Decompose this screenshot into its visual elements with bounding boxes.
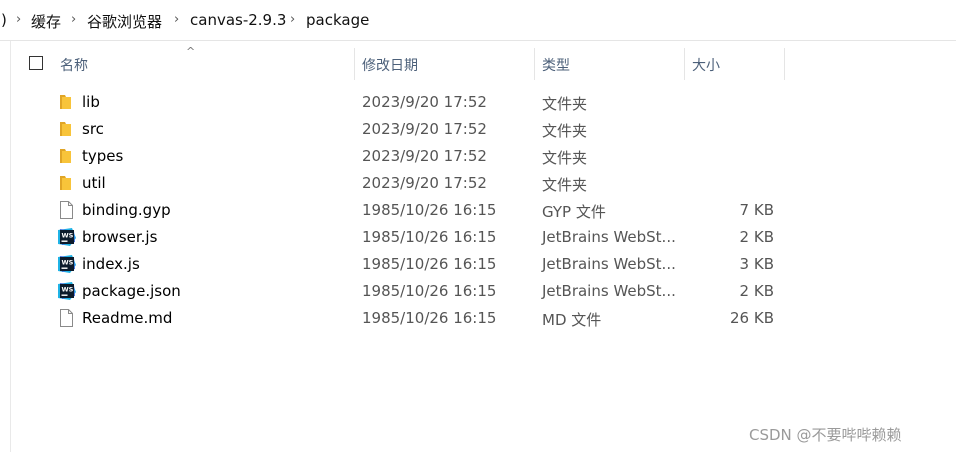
column-header-size-label: 大小 (692, 58, 720, 74)
file-size: 3 KB (739, 255, 774, 273)
file-row[interactable]: util 2023/9/20 17:52 文件夹 (24, 170, 784, 197)
chevron-right-icon[interactable]: › (174, 12, 179, 27)
file-name: types (82, 147, 124, 165)
file-type: 文件夹 (542, 122, 588, 140)
file-row[interactable]: Readme.md 1985/10/26 16:15 MD 文件 26 KB (24, 305, 784, 332)
chevron-right-icon[interactable]: › (71, 12, 76, 27)
file-row[interactable]: src 2023/9/20 17:52 文件夹 (24, 116, 784, 143)
file-icon (58, 309, 74, 327)
file-date-modified: 2023/9/20 17:52 (362, 120, 487, 138)
file-name: package.json (82, 282, 181, 300)
file-size: 26 KB (730, 309, 774, 327)
file-type: 文件夹 (542, 95, 588, 113)
chevron-right-icon[interactable]: › (16, 12, 21, 27)
file-date-modified: 1985/10/26 16:15 (362, 201, 497, 219)
breadcrumb-item-chrome[interactable]: 谷歌浏览器 (87, 11, 162, 32)
file-size: 2 KB (739, 228, 774, 246)
select-all-checkbox[interactable] (29, 56, 43, 70)
column-header-date-label: 修改日期 (362, 58, 418, 74)
file-type: JetBrains WebSt... (542, 255, 676, 273)
file-date-modified: 1985/10/26 16:15 (362, 309, 497, 327)
file-date-modified: 1985/10/26 16:15 (362, 228, 497, 246)
file-row[interactable]: binding.gyp 1985/10/26 16:15 GYP 文件 7 KB (24, 197, 784, 224)
webstorm-icon: WS (58, 255, 76, 273)
address-bar[interactable]: ) › 缓存 › 谷歌浏览器 › canvas-2.9.3 › package (0, 0, 956, 41)
file-size: 7 KB (739, 201, 774, 219)
column-header-date[interactable]: 修改日期 (355, 48, 533, 80)
svg-text:WS: WS (62, 232, 74, 240)
breadcrumb-lead: ) (1, 11, 7, 29)
breadcrumb-item-package[interactable]: package (306, 11, 369, 29)
file-row[interactable]: types 2023/9/20 17:52 文件夹 (24, 143, 784, 170)
column-header-type[interactable]: 类型 (535, 48, 683, 80)
file-name: src (82, 120, 104, 138)
column-header-name-label: 名称 (60, 58, 88, 74)
file-date-modified: 2023/9/20 17:52 (362, 93, 487, 111)
breadcrumb-item-cache[interactable]: 缓存 (31, 11, 61, 32)
file-date-modified: 2023/9/20 17:52 (362, 147, 487, 165)
folder-icon (58, 120, 74, 138)
file-type: JetBrains WebSt... (542, 228, 676, 246)
file-name: index.js (82, 255, 140, 273)
file-name: Readme.md (82, 309, 173, 327)
file-icon (58, 201, 74, 219)
webstorm-icon: WS (58, 282, 76, 300)
chevron-right-icon[interactable]: › (290, 12, 295, 27)
file-name: binding.gyp (82, 201, 171, 219)
file-type: GYP 文件 (542, 203, 606, 221)
watermark: CSDN @不要哔哔赖赖 (749, 426, 902, 444)
file-row[interactable]: WS package.json 1985/10/26 16:15 JetBrains … (24, 278, 784, 305)
file-type: JetBrains WebSt... (542, 282, 676, 300)
svg-text:WS: WS (62, 259, 74, 267)
column-header-size[interactable]: 大小 (685, 48, 783, 80)
navigation-pane-edge (0, 41, 11, 452)
column-divider[interactable] (784, 48, 785, 80)
file-type: 文件夹 (542, 176, 588, 194)
folder-icon (58, 147, 74, 165)
svg-text:WS: WS (62, 286, 74, 294)
file-type: MD 文件 (542, 311, 602, 329)
file-name: util (82, 174, 106, 192)
file-row[interactable]: lib 2023/9/20 17:52 文件夹 (24, 89, 784, 116)
file-date-modified: 2023/9/20 17:52 (362, 174, 487, 192)
webstorm-icon: WS (58, 228, 76, 246)
file-date-modified: 1985/10/26 16:15 (362, 255, 497, 273)
breadcrumb-item-canvas[interactable]: canvas-2.9.3 (190, 11, 286, 29)
file-size: 2 KB (739, 282, 774, 300)
column-header-name[interactable]: 名称 (50, 48, 354, 80)
file-date-modified: 1985/10/26 16:15 (362, 282, 497, 300)
file-name: lib (82, 93, 100, 111)
file-name: browser.js (82, 228, 158, 246)
file-row[interactable]: WS browser.js 1985/10/26 16:15 JetBrains We… (24, 224, 784, 251)
file-row[interactable]: WS index.js 1985/10/26 16:15 JetBrains WebS… (24, 251, 784, 278)
column-header-type-label: 类型 (542, 58, 570, 74)
folder-icon (58, 174, 74, 192)
folder-icon (58, 93, 74, 111)
file-type: 文件夹 (542, 149, 588, 167)
